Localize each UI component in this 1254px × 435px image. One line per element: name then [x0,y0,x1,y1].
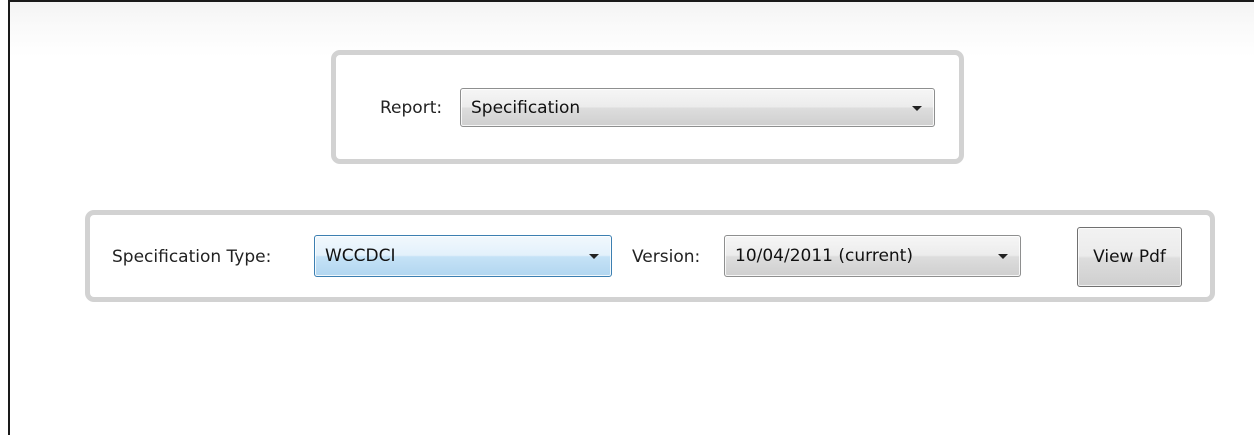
version-label: Version: [632,247,701,267]
specification-type-dropdown[interactable]: WCCDCI [314,235,612,277]
report-selected-value: Specification [471,97,581,118]
report-panel: Report: Specification [331,50,964,164]
chevron-down-icon [912,105,922,111]
report-label: Report: [380,98,443,118]
chevron-down-icon [589,254,599,259]
specification-type-label: Specification Type: [112,247,272,267]
specification-panel: Specification Type: WCCDCI Version: 10/0… [85,210,1215,302]
window-frame: Report: Specification Specification Type… [8,0,1254,435]
specification-type-selected-value: WCCDCI [325,246,396,266]
chevron-down-icon [998,254,1008,259]
view-pdf-button[interactable]: View Pdf [1077,227,1182,287]
report-dropdown[interactable]: Specification [460,88,935,127]
version-dropdown[interactable]: 10/04/2011 (current) [724,235,1021,277]
version-selected-value: 10/04/2011 (current) [735,246,913,266]
